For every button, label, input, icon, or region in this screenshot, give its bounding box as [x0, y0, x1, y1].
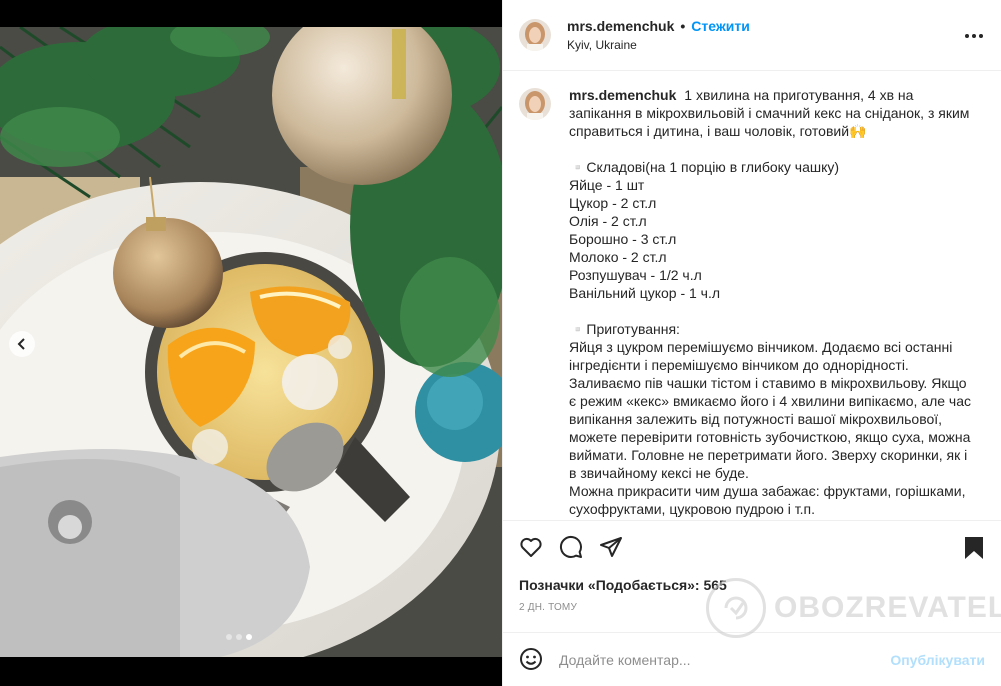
- avatar-image: [519, 88, 551, 120]
- ingredient-item: Олія - 2 ст.л: [569, 213, 647, 229]
- comment-icon: [559, 535, 582, 558]
- header-separator: •: [680, 18, 686, 34]
- publish-button[interactable]: Опублікувати: [890, 652, 985, 668]
- bookmark-icon: [965, 537, 983, 559]
- share-button[interactable]: [599, 535, 625, 561]
- more-icon: [965, 34, 969, 38]
- watermark-logo-icon: [706, 578, 766, 638]
- ingredient-item: Ванільний цукор - 1 ч.л: [569, 285, 721, 301]
- more-options-button[interactable]: [965, 27, 983, 45]
- caption-text: mrs.demenchuk 1 хвилина на приготування,…: [569, 86, 974, 518]
- avatar[interactable]: [519, 19, 551, 51]
- ingredients-title: ▫️Складові(на 1 порцію в глибоку чашку): [569, 159, 840, 175]
- carousel-dots: [226, 634, 252, 640]
- method-step: Заливаємо пів чашки тістом і ставимо в м…: [569, 375, 972, 481]
- carousel-dot: [226, 634, 232, 640]
- caption-avatar[interactable]: [519, 88, 551, 120]
- carousel-dot: [236, 634, 242, 640]
- follow-button[interactable]: Стежити: [691, 18, 750, 34]
- ingredient-item: Цукор - 2 ст.л: [569, 195, 657, 211]
- post-media-panel: [0, 0, 502, 686]
- method-title: ▫️Приготування:: [569, 321, 680, 337]
- emoji-button[interactable]: [519, 647, 545, 673]
- carousel-prev-button[interactable]: [9, 331, 35, 357]
- method-step: Яйця з цукром перемішуємо вінчиком. Дода…: [569, 339, 953, 373]
- post-photo-illustration: [0, 27, 502, 657]
- ingredient-item: Борошно - 3 ст.л: [569, 231, 677, 247]
- comment-input[interactable]: [559, 651, 891, 668]
- post-header: mrs.demenchuk • Стежити Kyiv, Ukraine: [503, 0, 1001, 71]
- add-comment-bar: Опублікувати: [503, 632, 1001, 686]
- share-icon: [600, 537, 622, 557]
- post-actions-bar: [503, 520, 1001, 574]
- post-caption: mrs.demenchuk 1 хвилина на приготування,…: [519, 86, 985, 518]
- emoji-icon: [520, 647, 542, 670]
- watermark-text: OBOZREVATEL: [774, 591, 1001, 624]
- save-button[interactable]: [963, 536, 987, 560]
- likes-count[interactable]: Позначки «Подобається»: 565: [519, 577, 727, 593]
- post-author-username[interactable]: mrs.demenchuk: [567, 18, 674, 34]
- avatar-image: [519, 19, 551, 51]
- post-timestamp[interactable]: 2 ДН. ТОМУ: [519, 602, 577, 613]
- caption-username[interactable]: mrs.demenchuk: [569, 87, 676, 103]
- ingredient-item: Розпушувач - 1/2 ч.л: [569, 267, 702, 283]
- heart-icon: [520, 537, 542, 557]
- post-location[interactable]: Kyiv, Ukraine: [567, 38, 750, 52]
- watermark: OBOZREVATEL: [706, 578, 1001, 638]
- comment-button[interactable]: [559, 535, 585, 561]
- chevron-left-icon: [17, 338, 25, 350]
- carousel-dot-active: [246, 634, 252, 640]
- ingredient-item: Молоко - 2 ст.л: [569, 249, 667, 265]
- comments-area[interactable]: mrs.demenchuk 1 хвилина на приготування,…: [503, 72, 1001, 520]
- ingredient-item: Яйце - 1 шт: [569, 177, 645, 193]
- method-step: Можна прикрасити чим душа забажає: фрукт…: [569, 483, 966, 517]
- post-photo[interactable]: [0, 27, 502, 657]
- like-button[interactable]: [519, 535, 545, 561]
